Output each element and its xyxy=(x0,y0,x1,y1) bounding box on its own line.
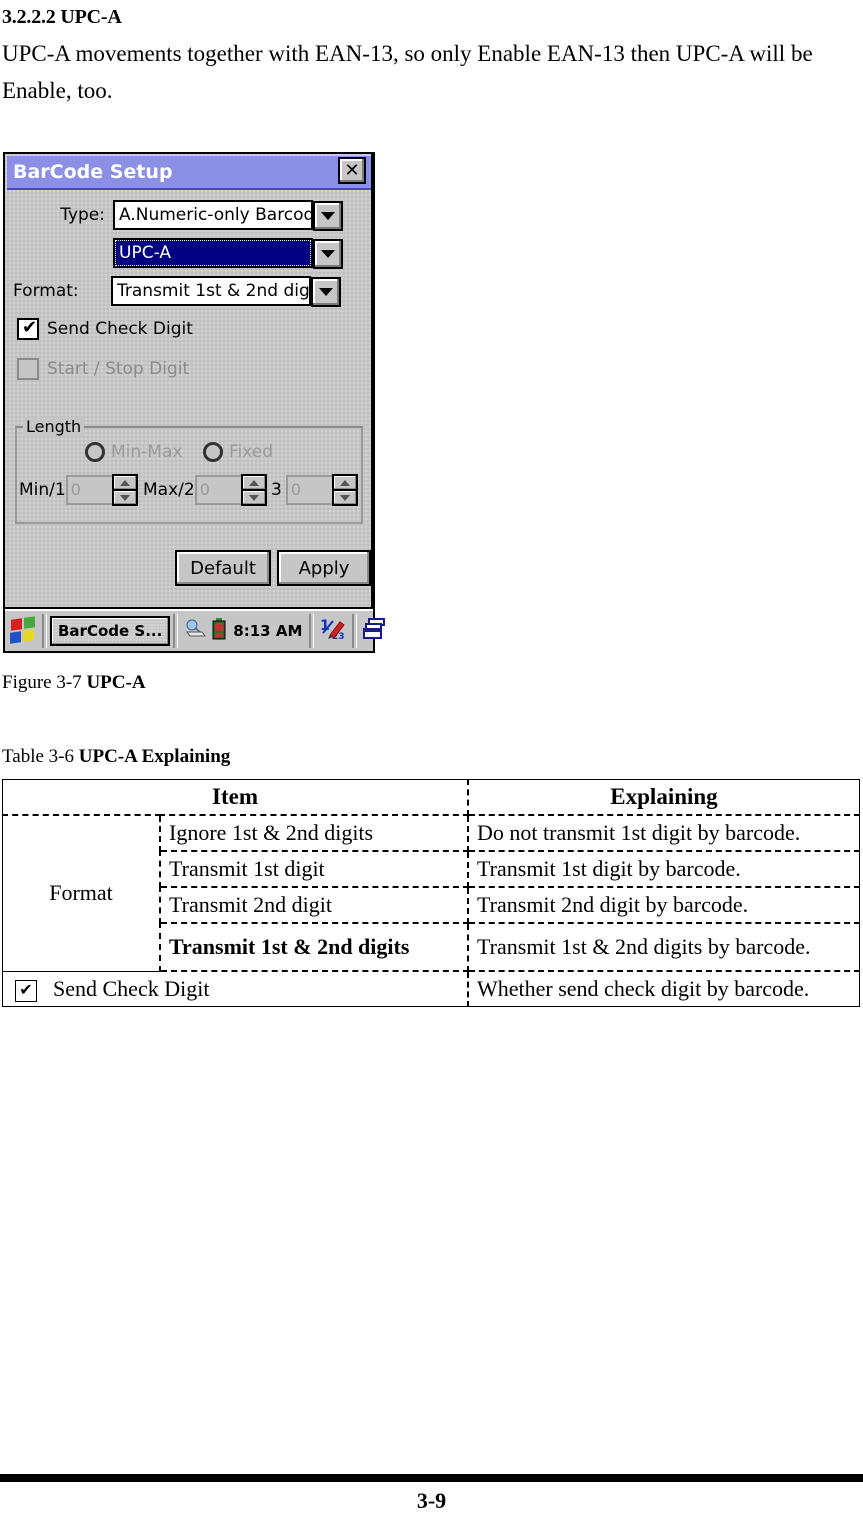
radio-icon[interactable] xyxy=(85,442,105,462)
checkbox-icon: ✔ xyxy=(15,979,37,1002)
table-row: Format Ignore 1st & 2nd digits Do not tr… xyxy=(2,814,860,972)
taskbar: BarCode S... 8:13 AM 1 23 xyxy=(5,609,386,651)
table-cell-item: Ignore 1st & 2nd digits xyxy=(159,814,469,852)
table-cell-explaining: Do not transmit 1st digit by barcode. xyxy=(467,814,860,852)
figure-caption-title: UPC-A xyxy=(86,672,146,693)
chevron-down-icon[interactable] xyxy=(313,239,343,269)
dialog-titlebar: BarCode Setup xyxy=(7,156,371,190)
table-cell-explaining: Transmit 1st digit by barcode. xyxy=(467,850,860,888)
dialog-title: BarCode Setup xyxy=(13,161,173,183)
taskbar-divider xyxy=(173,614,179,648)
radio-fixed[interactable]: Fixed xyxy=(203,442,273,462)
table-cell-item: Transmit 1st digit xyxy=(159,850,469,888)
checkbox-icon[interactable]: ✔ xyxy=(17,317,39,340)
length-group-label: Length xyxy=(23,417,85,436)
type-row: Type: A.Numeric-only Barcodes xyxy=(19,200,349,231)
max2-input[interactable]: 0 xyxy=(194,475,241,505)
symbology-row: UPC-A xyxy=(19,238,349,269)
symbology-combo[interactable]: UPC-A xyxy=(113,238,343,269)
apply-button[interactable]: Apply xyxy=(277,550,371,586)
table-cell-explaining: Transmit 1st & 2nd digits by barcode. xyxy=(467,922,860,972)
default-button[interactable]: Default xyxy=(175,550,271,586)
desktop-windows-icon[interactable] xyxy=(363,618,387,644)
third-spin-buttons[interactable] xyxy=(331,474,358,506)
length-groupbox: Length Min-Max Fixed Min/1 0 Max/2 0 3 0 xyxy=(15,417,363,524)
start-stop-digit-checkbox[interactable]: Start / Stop Digit xyxy=(17,358,189,380)
table-cell-send-check-digit: ✔ Send Check Digit xyxy=(2,970,469,1007)
barcode-setup-dialog: BarCode Setup ✕ Type: A.Numeric-only Bar… xyxy=(5,154,373,609)
send-check-digit-checkbox[interactable]: ✔ Send Check Digit xyxy=(17,317,193,340)
max2-stepper[interactable]: Max/2 0 xyxy=(143,474,267,506)
taskbar-item-barcode-setup[interactable]: BarCode S... xyxy=(50,616,171,646)
format-label: Format: xyxy=(13,281,79,301)
section-heading: 3.2.2.2 UPC-A xyxy=(2,6,122,28)
table-header-item: Item xyxy=(2,779,469,816)
third-stepper[interactable]: 3 0 xyxy=(271,474,358,506)
table-caption-prefix: Table 3-6 xyxy=(2,746,79,767)
intro-paragraph: UPC-A movements together with EAN-13, so… xyxy=(2,41,813,103)
start-stop-digit-label: Start / Stop Digit xyxy=(47,359,190,379)
chevron-down-icon[interactable] xyxy=(313,201,343,231)
radio-icon[interactable] xyxy=(203,442,223,462)
min1-label: Min/1 xyxy=(19,480,66,500)
check-mark-icon: ✔ xyxy=(22,317,38,338)
format-combo[interactable]: Transmit 1st & 2nd digits xyxy=(111,276,341,307)
type-combo[interactable]: A.Numeric-only Barcodes xyxy=(113,200,343,231)
page-number: 3-9 xyxy=(416,1488,447,1513)
max2-label: Max/2 xyxy=(143,480,195,500)
chevron-up-icon[interactable] xyxy=(333,476,356,491)
table-cell-item: Transmit 2nd digit xyxy=(159,886,469,924)
taskbar-divider xyxy=(309,614,315,648)
chevron-down-icon[interactable] xyxy=(243,491,265,504)
taskbar-divider xyxy=(42,614,47,648)
table-cell-item-label: Send Check Digit xyxy=(53,976,210,1001)
type-combo-value: A.Numeric-only Barcodes xyxy=(119,205,334,225)
taskbar-divider xyxy=(352,614,358,648)
taskbar-clock: 8:13 AM xyxy=(233,622,303,640)
chevron-up-icon[interactable] xyxy=(242,476,265,491)
table-row: ✔ Send Check Digit Whether send check dig… xyxy=(2,970,860,1007)
min1-spin-buttons[interactable] xyxy=(111,474,138,506)
send-check-digit-label: Send Check Digit xyxy=(47,319,193,339)
chevron-up-icon[interactable] xyxy=(113,476,136,491)
table-header-explaining: Explaining xyxy=(467,779,860,816)
format-row: Format: Transmit 1st & 2nd digits xyxy=(13,276,349,307)
symbology-combo-value: UPC-A xyxy=(119,243,171,263)
chevron-down-icon[interactable] xyxy=(311,277,341,307)
table-header-row: Item Explaining xyxy=(2,779,860,816)
table-cell-explaining: Whether send check digit by barcode. xyxy=(467,970,860,1007)
third-label: 3 xyxy=(271,480,282,500)
network-connection-icon[interactable] xyxy=(184,619,207,643)
third-input[interactable]: 0 xyxy=(285,475,332,505)
table-caption: Table 3-6 UPC-A Explaining xyxy=(2,746,230,768)
figure-caption-prefix: Figure 3-7 xyxy=(2,672,87,693)
min1-input[interactable]: 0 xyxy=(65,475,112,505)
max2-spin-buttons[interactable] xyxy=(240,474,267,506)
table-cell-item: Transmit 1st & 2nd digits xyxy=(159,922,469,972)
figure-caption: Figure 3-7 UPC-A xyxy=(2,672,146,694)
barcode-setup-screenshot: BarCode Setup ✕ Type: A.Numeric-only Bar… xyxy=(3,152,386,653)
upc-a-explaining-table: Item Explaining Format Ignore 1st & 2nd … xyxy=(2,779,860,1007)
chevron-down-icon[interactable] xyxy=(114,491,136,504)
radio-min-max[interactable]: Min-Max xyxy=(85,442,182,462)
input-panel-icon[interactable]: 1 23 xyxy=(320,617,346,645)
footer-divider xyxy=(0,1474,863,1482)
checkbox-icon[interactable] xyxy=(17,358,39,380)
format-combo-value: Transmit 1st & 2nd digits xyxy=(117,281,331,301)
radio-fixed-label: Fixed xyxy=(229,442,274,462)
radio-min-max-label: Min-Max xyxy=(111,442,183,462)
table-caption-title: UPC-A Explaining xyxy=(78,746,231,767)
table-cell-explaining: Transmit 2nd digit by barcode. xyxy=(467,886,860,924)
min1-stepper[interactable]: Min/1 0 xyxy=(19,474,138,506)
windows-ce-start-icon[interactable] xyxy=(9,616,39,645)
battery-icon[interactable] xyxy=(212,618,226,644)
close-icon[interactable]: ✕ xyxy=(338,157,366,184)
chevron-down-icon[interactable] xyxy=(334,491,356,504)
table-cell-format-group: Format xyxy=(2,814,161,972)
document-body: 3.2.2.2 UPC-A UPC-A movements together w… xyxy=(0,0,863,109)
type-label: Type: xyxy=(60,205,105,225)
